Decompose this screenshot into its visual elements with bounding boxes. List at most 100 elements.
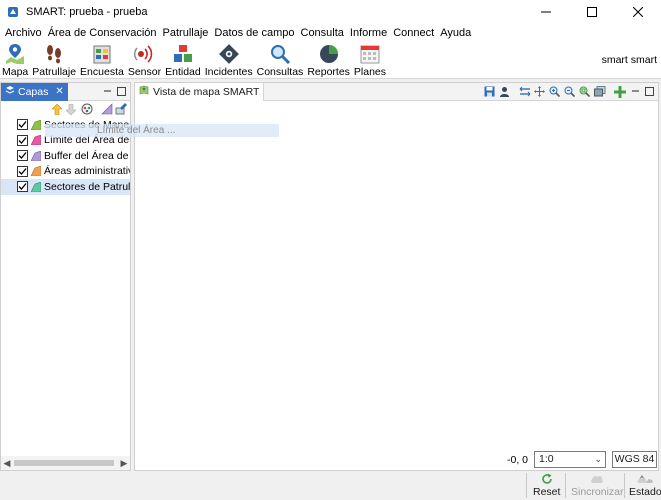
maximize-view-icon[interactable] <box>115 85 127 97</box>
toolbar-sensor-label: Sensor <box>127 66 162 78</box>
layer-checkbox[interactable] <box>17 134 28 146</box>
menu-datos-campo[interactable]: Datos de campo <box>211 27 297 39</box>
pan-extent-icon[interactable] <box>518 85 531 98</box>
minimize-map-view-icon[interactable] <box>629 85 642 98</box>
sync-button[interactable]: Sincronizar <box>571 471 624 500</box>
pan-icon[interactable] <box>533 85 546 98</box>
layer-checkbox[interactable] <box>17 165 28 177</box>
footprints-icon <box>43 43 65 65</box>
status-button[interactable]: Estado <box>629 471 661 500</box>
close-window-button[interactable] <box>615 0 661 24</box>
save-icon[interactable] <box>483 85 496 98</box>
zoom-extent-icon[interactable] <box>578 85 591 98</box>
menu-consulta[interactable]: Consulta <box>298 27 347 39</box>
toolbar-entidad-label: Entidad <box>165 66 201 78</box>
map-view-icon <box>139 85 149 98</box>
entity-icon <box>172 43 194 65</box>
tab-capas-label: Capas <box>18 85 49 98</box>
zoom-in-icon[interactable] <box>548 85 561 98</box>
layer-row-buffer-area[interactable]: Buffer del Área de M <box>1 148 130 164</box>
menu-informe[interactable]: Informe <box>347 27 390 39</box>
toolbar-consultas-label: Consultas <box>256 66 304 78</box>
menu-ayuda[interactable]: Ayuda <box>437 27 474 39</box>
drag-ghost: Límite del Área ... <box>45 124 279 137</box>
sensor-icon <box>133 43 155 65</box>
divider <box>526 473 527 498</box>
layers-horizontal-scrollbar[interactable]: ◀ ▶ <box>1 456 130 470</box>
toolbar-consultas-button[interactable]: Consultas <box>255 42 306 79</box>
layers-view-icon[interactable] <box>593 85 606 98</box>
add-layer-icon[interactable] <box>101 103 113 115</box>
chevron-down-icon: ⌄ <box>594 454 602 464</box>
toolbar-incidentes-label: Incidentes <box>204 66 253 78</box>
add-icon[interactable] <box>613 85 626 98</box>
scale-select[interactable]: 1:0 ⌄ <box>534 451 606 468</box>
layers-panel: Capas ✕ Sectores de Manejo <box>0 82 131 471</box>
map-view-panel: Vista de mapa SMART -0, 0 1:0 ⌄ WGS 84 <box>134 82 659 471</box>
layer-row-sectores-patrullaje[interactable]: Sectores de Patrullaj <box>1 179 130 195</box>
menu-area-conservacion[interactable]: Área de Conservación <box>45 27 160 39</box>
toolbar-mapa-label: Mapa <box>2 66 29 78</box>
scroll-right-icon[interactable]: ▶ <box>118 456 130 470</box>
move-down-icon[interactable] <box>65 103 77 115</box>
minimize-view-icon[interactable] <box>101 85 113 97</box>
toolbar-incidentes-button[interactable]: Incidentes <box>203 42 255 79</box>
app-logo-icon <box>6 5 20 19</box>
toolbar-planes-label: Planes <box>353 66 387 78</box>
layer-checkbox[interactable] <box>17 181 28 193</box>
scroll-thumb[interactable] <box>14 460 114 466</box>
menu-patrullaje[interactable]: Patrullaje <box>160 27 212 39</box>
reset-label: Reset <box>533 486 561 498</box>
magnifier-icon <box>269 43 291 65</box>
divider <box>624 473 625 498</box>
toolbar-patrullaje-button[interactable]: Patrullaje <box>30 42 78 79</box>
map-canvas[interactable] <box>135 101 658 450</box>
layers-tabbar: Capas ✕ <box>1 82 130 101</box>
toolbar-entidad-button[interactable]: Entidad <box>163 42 203 79</box>
scale-value: 1:0 <box>539 453 554 465</box>
refresh-icon <box>541 472 553 486</box>
toolbar-reportes-button[interactable]: Reportes <box>305 42 352 79</box>
layer-style-icon[interactable] <box>81 103 93 115</box>
layers-icon <box>5 85 15 98</box>
user-name: smart smart <box>601 54 657 66</box>
menu-connect[interactable]: Connect <box>390 27 437 39</box>
layer-label: Buffer del Área de M <box>44 149 130 162</box>
move-up-icon[interactable] <box>51 103 63 115</box>
user-location-icon[interactable] <box>498 85 511 98</box>
reset-button[interactable]: Reset <box>533 471 560 500</box>
tab-capas[interactable]: Capas ✕ <box>1 82 68 101</box>
layer-checkbox[interactable] <box>17 119 28 131</box>
close-icon[interactable]: ✕ <box>55 86 63 97</box>
scroll-left-icon[interactable]: ◀ <box>1 456 13 470</box>
divider <box>565 473 566 498</box>
tab-vista-mapa-label: Vista de mapa SMART <box>153 85 260 98</box>
toolbar-sensor-button[interactable]: Sensor <box>126 42 163 79</box>
polygon-layer-icon <box>30 150 42 162</box>
toolbar-mapa-button[interactable]: Mapa <box>0 42 30 79</box>
layer-checkbox[interactable] <box>17 150 28 162</box>
menu-archivo[interactable]: Archivo <box>2 27 45 39</box>
calendar-icon <box>359 43 381 65</box>
polygon-layer-icon <box>30 119 42 131</box>
maximize-button[interactable] <box>569 0 615 24</box>
layer-label: Áreas administrativa <box>44 165 130 178</box>
toolbar-planes-button[interactable]: Planes <box>352 42 388 79</box>
layer-row-areas-administrativas[interactable]: Áreas administrativa <box>1 164 130 180</box>
map-status-bar: -0, 0 1:0 ⌄ WGS 84 <box>135 450 658 470</box>
main-toolbar: Mapa Patrullaje Encuesta Sensor Entidad … <box>0 42 661 79</box>
maximize-map-view-icon[interactable] <box>643 85 656 98</box>
polygon-layer-icon <box>30 134 42 146</box>
tab-vista-mapa[interactable]: Vista de mapa SMART <box>135 82 265 101</box>
layer-properties-icon[interactable] <box>115 103 127 115</box>
zoom-out-icon[interactable] <box>563 85 576 98</box>
status-icon <box>636 472 654 486</box>
layer-toolbar <box>1 101 130 117</box>
minimize-button[interactable] <box>523 0 569 24</box>
crs-label: WGS 84 <box>614 453 655 465</box>
layer-label: Sectores de Patrullaj <box>44 180 130 193</box>
toolbar-encuesta-button[interactable]: Encuesta <box>78 42 126 79</box>
coordinate-readout: -0, 0 <box>506 454 528 466</box>
drag-ghost-label: Límite del Área ... <box>97 125 176 136</box>
crs-button[interactable]: WGS 84 <box>612 451 657 468</box>
